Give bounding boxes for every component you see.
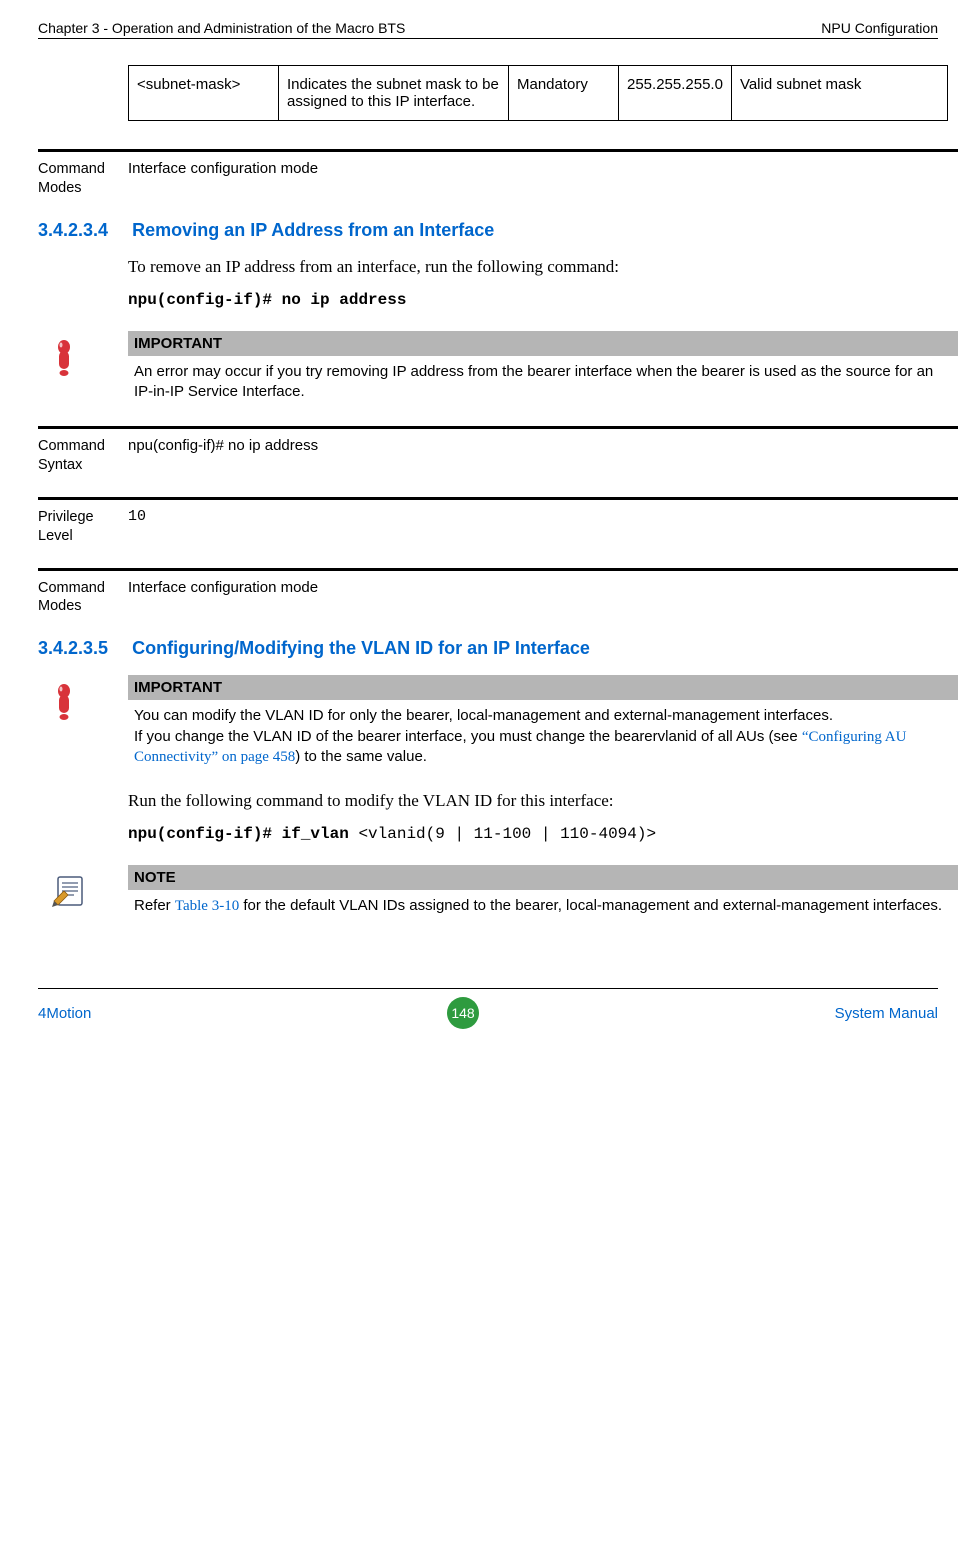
section-title: Configuring/Modifying the VLAN ID for an… — [132, 638, 590, 659]
command-text: npu(config-if)# no ip address — [128, 291, 938, 309]
command-text: npu(config-if)# if_vlan <vlanid(9 | 11-1… — [128, 825, 938, 843]
def-value: npu(config-if)# no ip address — [128, 429, 318, 475]
def-privilege-level: Privilege Level 10 — [38, 497, 958, 546]
body-text: To remove an IP address from an interfac… — [128, 257, 938, 277]
def-label: Command Modes — [38, 152, 128, 198]
note-post: for the default VLAN IDs assigned to the… — [239, 897, 942, 914]
cell-default: 255.255.255.0 — [619, 66, 732, 121]
parameter-table: <subnet-mask> Indicates the subnet mask … — [128, 65, 948, 121]
def-value: 10 — [128, 500, 146, 546]
callout-title: IMPORTANT — [128, 675, 958, 700]
cmd-bold: npu(config-if)# if_vlan — [128, 825, 358, 843]
callout-text-part: You can modify the VLAN ID for only the … — [134, 707, 833, 724]
callout-text-part: ) to the same value. — [295, 748, 427, 765]
header-left: Chapter 3 - Operation and Administration… — [38, 20, 405, 36]
callout-text: Refer Table 3-10 for the default VLAN ID… — [128, 890, 958, 918]
def-command-modes: Command Modes Interface configuration mo… — [38, 149, 958, 198]
cross-ref-link[interactable]: Table 3-10 — [175, 898, 239, 914]
def-value: Interface configuration mode — [128, 571, 318, 617]
page-number-badge: 148 — [447, 997, 479, 1029]
important-callout: IMPORTANT An error may occur if you try … — [38, 331, 958, 405]
header-right: NPU Configuration — [821, 20, 938, 36]
callout-text: You can modify the VLAN ID for only the … — [128, 700, 958, 769]
cell-values: Valid subnet mask — [731, 66, 947, 121]
note-icon — [38, 865, 128, 918]
section-heading: 3.4.2.3.4 Removing an IP Address from an… — [38, 220, 938, 241]
note-pre: Refer — [134, 897, 175, 914]
cell-presence: Mandatory — [509, 66, 619, 121]
def-label: Command Syntax — [38, 429, 128, 475]
def-command-modes: Command Modes Interface configuration mo… — [38, 568, 958, 617]
section-number: 3.4.2.3.4 — [38, 220, 128, 241]
footer-left: 4Motion — [38, 1005, 91, 1022]
def-value: Interface configuration mode — [128, 152, 318, 198]
callout-title: IMPORTANT — [128, 331, 958, 356]
footer-bar: 4Motion 148 System Manual — [38, 988, 938, 1029]
important-icon — [38, 675, 128, 769]
section-title: Removing an IP Address from an Interface — [132, 220, 494, 241]
callout-title: NOTE — [128, 865, 958, 890]
important-icon — [38, 331, 128, 405]
header-bar: Chapter 3 - Operation and Administration… — [38, 20, 938, 39]
def-label: Command Modes — [38, 571, 128, 617]
def-label: Privilege Level — [38, 500, 128, 546]
cell-name: <subnet-mask> — [129, 66, 279, 121]
cmd-plain: <vlanid(9 | 11-100 | 110-4094)> — [358, 825, 656, 843]
footer-right: System Manual — [835, 1005, 938, 1022]
cell-desc: Indicates the subnet mask to be assigned… — [279, 66, 509, 121]
note-callout: NOTE Refer Table 3-10 for the default VL… — [38, 865, 958, 918]
body-text: Run the following command to modify the … — [128, 791, 938, 811]
callout-text-part: If you change the VLAN ID of the bearer … — [134, 728, 802, 745]
callout-text: An error may occur if you try removing I… — [128, 356, 958, 405]
def-command-syntax: Command Syntax npu(config-if)# no ip add… — [38, 426, 958, 475]
section-number: 3.4.2.3.5 — [38, 638, 128, 659]
section-heading: 3.4.2.3.5 Configuring/Modifying the VLAN… — [38, 638, 938, 659]
table-row: <subnet-mask> Indicates the subnet mask … — [129, 66, 948, 121]
important-callout: IMPORTANT You can modify the VLAN ID for… — [38, 675, 958, 769]
